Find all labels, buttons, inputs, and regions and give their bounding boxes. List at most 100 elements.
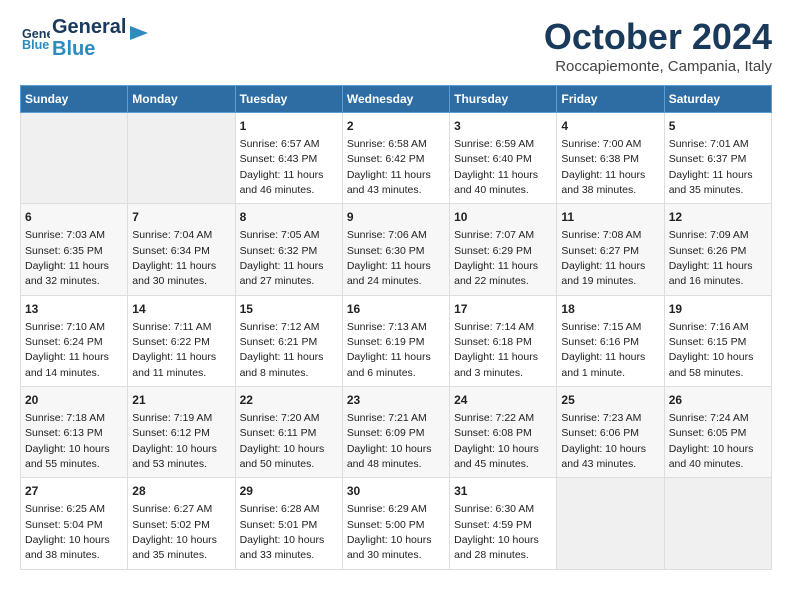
- cell-info: Sunrise: 6:25 AMSunset: 5:04 PMDaylight:…: [25, 503, 110, 561]
- cell-info: Sunrise: 7:03 AMSunset: 6:35 PMDaylight:…: [25, 229, 109, 287]
- calendar-cell: [664, 478, 771, 569]
- title-block: October 2024 Roccapiemonte, Campania, It…: [544, 16, 772, 75]
- calendar-cell: 18 Sunrise: 7:15 AMSunset: 6:16 PMDayligh…: [557, 295, 664, 386]
- page: General Blue General Blue October 2024 R…: [0, 0, 792, 586]
- calendar-cell: 23 Sunrise: 7:21 AMSunset: 6:09 PMDayligh…: [342, 387, 449, 478]
- cell-info: Sunrise: 7:13 AMSunset: 6:19 PMDaylight:…: [347, 321, 431, 379]
- calendar-cell: 6Sunrise: 7:03 AMSunset: 6:35 PMDaylight…: [21, 204, 128, 295]
- column-header-saturday: Saturday: [664, 86, 771, 113]
- cell-info: Sunrise: 7:15 AMSunset: 6:16 PMDaylight:…: [561, 321, 645, 379]
- logo-icon: General Blue: [22, 24, 50, 52]
- calendar-cell: 2 Sunrise: 6:58 AMSunset: 6:42 PMDaylight…: [342, 113, 449, 204]
- day-number: 20: [25, 392, 123, 409]
- logo-line1: General: [52, 16, 126, 38]
- logo-line2: Blue: [52, 38, 126, 60]
- day-number: 16: [347, 301, 445, 318]
- calendar-cell: 20 Sunrise: 7:18 AMSunset: 6:13 PMDayligh…: [21, 387, 128, 478]
- calendar-cell: 28Sunrise: 6:27 AMSunset: 5:02 PMDayligh…: [128, 478, 235, 569]
- calendar-cell: 22Sunrise: 7:20 AMSunset: 6:11 PMDayligh…: [235, 387, 342, 478]
- calendar-cell: 24Sunrise: 7:22 AMSunset: 6:08 PMDayligh…: [450, 387, 557, 478]
- cell-info: Sunrise: 7:19 AMSunset: 6:12 PMDaylight:…: [132, 412, 217, 470]
- cell-info: Sunrise: 7:11 AMSunset: 6:22 PMDaylight:…: [132, 321, 216, 379]
- cell-info: Sunrise: 7:24 AMSunset: 6:05 PMDaylight:…: [669, 412, 754, 470]
- calendar-cell: 3 Sunrise: 6:59 AMSunset: 6:40 PMDaylight…: [450, 113, 557, 204]
- cell-info: Sunrise: 6:59 AMSunset: 6:40 PMDaylight:…: [454, 138, 538, 196]
- cell-info: Sunrise: 7:08 AMSunset: 6:27 PMDaylight:…: [561, 229, 645, 287]
- day-number: 31: [454, 483, 552, 500]
- calendar-cell: 31 Sunrise: 6:30 AMSunset: 4:59 PMDayligh…: [450, 478, 557, 569]
- calendar-cell: [557, 478, 664, 569]
- calendar-cell: 4Sunrise: 7:00 AMSunset: 6:38 PMDaylight…: [557, 113, 664, 204]
- day-number: 15: [240, 301, 338, 318]
- calendar-cell: 1Sunrise: 6:57 AMSunset: 6:43 PMDaylight…: [235, 113, 342, 204]
- calendar-week-1: 1Sunrise: 6:57 AMSunset: 6:43 PMDaylight…: [21, 113, 772, 204]
- day-number: 1: [240, 118, 338, 135]
- calendar-cell: 26 Sunrise: 7:24 AMSunset: 6:05 PMDayligh…: [664, 387, 771, 478]
- cell-info: Sunrise: 7:01 AMSunset: 6:37 PMDaylight:…: [669, 138, 753, 196]
- calendar-cell: 15Sunrise: 7:12 AMSunset: 6:21 PMDayligh…: [235, 295, 342, 386]
- calendar-cell: 19 Sunrise: 7:16 AMSunset: 6:15 PMDayligh…: [664, 295, 771, 386]
- logo-arrow: [128, 22, 150, 44]
- day-number: 19: [669, 301, 767, 318]
- cell-info: Sunrise: 6:58 AMSunset: 6:42 PMDaylight:…: [347, 138, 431, 196]
- cell-info: Sunrise: 7:21 AMSunset: 6:09 PMDaylight:…: [347, 412, 432, 470]
- calendar-cell: 14 Sunrise: 7:11 AMSunset: 6:22 PMDayligh…: [128, 295, 235, 386]
- cell-info: Sunrise: 7:05 AMSunset: 6:32 PMDaylight:…: [240, 229, 324, 287]
- day-number: 14: [132, 301, 230, 318]
- calendar-cell: 17Sunrise: 7:14 AMSunset: 6:18 PMDayligh…: [450, 295, 557, 386]
- cell-info: Sunrise: 7:06 AMSunset: 6:30 PMDaylight:…: [347, 229, 431, 287]
- cell-info: Sunrise: 7:09 AMSunset: 6:26 PMDaylight:…: [669, 229, 753, 287]
- day-number: 3: [454, 118, 552, 135]
- calendar-cell: 10Sunrise: 7:07 AMSunset: 6:29 PMDayligh…: [450, 204, 557, 295]
- column-header-friday: Friday: [557, 86, 664, 113]
- day-number: 26: [669, 392, 767, 409]
- day-number: 30: [347, 483, 445, 500]
- column-header-sunday: Sunday: [21, 86, 128, 113]
- cell-info: Sunrise: 6:30 AMSunset: 4:59 PMDaylight:…: [454, 503, 539, 561]
- day-number: 17: [454, 301, 552, 318]
- calendar-cell: [21, 113, 128, 204]
- day-number: 11: [561, 209, 659, 226]
- calendar-body: 1Sunrise: 6:57 AMSunset: 6:43 PMDaylight…: [21, 113, 772, 570]
- calendar-cell: 16 Sunrise: 7:13 AMSunset: 6:19 PMDayligh…: [342, 295, 449, 386]
- cell-info: Sunrise: 7:07 AMSunset: 6:29 PMDaylight:…: [454, 229, 538, 287]
- day-number: 21: [132, 392, 230, 409]
- calendar-table: SundayMondayTuesdayWednesdayThursdayFrid…: [20, 85, 772, 570]
- header: General Blue General Blue October 2024 R…: [20, 16, 772, 75]
- calendar-cell: 7Sunrise: 7:04 AMSunset: 6:34 PMDaylight…: [128, 204, 235, 295]
- column-header-wednesday: Wednesday: [342, 86, 449, 113]
- day-number: 18: [561, 301, 659, 318]
- calendar-cell: 29 Sunrise: 6:28 AMSunset: 5:01 PMDayligh…: [235, 478, 342, 569]
- calendar-week-5: 27 Sunrise: 6:25 AMSunset: 5:04 PMDayligh…: [21, 478, 772, 569]
- day-number: 25: [561, 392, 659, 409]
- cell-info: Sunrise: 7:10 AMSunset: 6:24 PMDaylight:…: [25, 321, 109, 379]
- calendar-week-3: 13Sunrise: 7:10 AMSunset: 6:24 PMDayligh…: [21, 295, 772, 386]
- column-header-tuesday: Tuesday: [235, 86, 342, 113]
- day-number: 29: [240, 483, 338, 500]
- calendar-cell: [128, 113, 235, 204]
- day-number: 8: [240, 209, 338, 226]
- subtitle: Roccapiemonte, Campania, Italy: [544, 58, 772, 75]
- column-header-monday: Monday: [128, 86, 235, 113]
- cell-info: Sunrise: 7:22 AMSunset: 6:08 PMDaylight:…: [454, 412, 539, 470]
- column-header-thursday: Thursday: [450, 86, 557, 113]
- day-number: 27: [25, 483, 123, 500]
- calendar-cell: 12 Sunrise: 7:09 AMSunset: 6:26 PMDayligh…: [664, 204, 771, 295]
- day-number: 9: [347, 209, 445, 226]
- day-number: 23: [347, 392, 445, 409]
- cell-info: Sunrise: 7:23 AMSunset: 6:06 PMDaylight:…: [561, 412, 646, 470]
- cell-info: Sunrise: 7:00 AMSunset: 6:38 PMDaylight:…: [561, 138, 645, 196]
- cell-info: Sunrise: 7:16 AMSunset: 6:15 PMDaylight:…: [669, 321, 754, 379]
- calendar-cell: 27 Sunrise: 6:25 AMSunset: 5:04 PMDayligh…: [21, 478, 128, 569]
- calendar-cell: 25 Sunrise: 7:23 AMSunset: 6:06 PMDayligh…: [557, 387, 664, 478]
- day-number: 2: [347, 118, 445, 135]
- svg-text:Blue: Blue: [22, 38, 49, 52]
- calendar-cell: 11 Sunrise: 7:08 AMSunset: 6:27 PMDayligh…: [557, 204, 664, 295]
- day-number: 7: [132, 209, 230, 226]
- cell-info: Sunrise: 6:29 AMSunset: 5:00 PMDaylight:…: [347, 503, 432, 561]
- day-number: 12: [669, 209, 767, 226]
- day-number: 22: [240, 392, 338, 409]
- day-number: 28: [132, 483, 230, 500]
- cell-info: Sunrise: 6:28 AMSunset: 5:01 PMDaylight:…: [240, 503, 325, 561]
- cell-info: Sunrise: 7:18 AMSunset: 6:13 PMDaylight:…: [25, 412, 110, 470]
